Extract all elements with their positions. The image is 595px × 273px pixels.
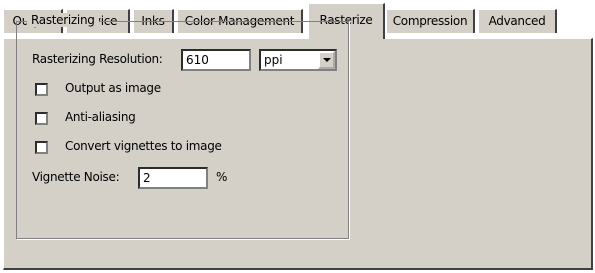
rasterizing-group: Rasterizing Rasterizing Resolution: 610 … — [16, 13, 349, 239]
rasterizing-resolution-input[interactable]: 610 — [181, 49, 251, 71]
output-as-image-checkbox[interactable] — [35, 83, 48, 96]
rasterizing-group-label: Rasterizing — [27, 13, 99, 27]
resolution-unit-select[interactable]: ppi — [259, 49, 337, 71]
anti-aliasing-checkbox[interactable] — [35, 112, 48, 125]
tab-compression[interactable]: Compression — [386, 9, 475, 33]
vignette-noise-unit: % — [216, 170, 228, 184]
tab-advanced[interactable]: Advanced — [478, 9, 557, 33]
convert-vignettes-checkbox[interactable] — [35, 141, 48, 154]
output-as-image-label: Output as image — [65, 81, 161, 95]
chevron-down-icon[interactable] — [318, 51, 335, 69]
convert-vignettes-label: Convert vignettes to image — [65, 139, 222, 153]
rasterizing-resolution-label: Rasterizing Resolution: — [32, 52, 163, 66]
vignette-noise-input[interactable]: 2 — [138, 167, 208, 189]
vignette-noise-label: Vignette Noise: — [32, 170, 120, 184]
anti-aliasing-label: Anti-aliasing — [65, 110, 136, 124]
